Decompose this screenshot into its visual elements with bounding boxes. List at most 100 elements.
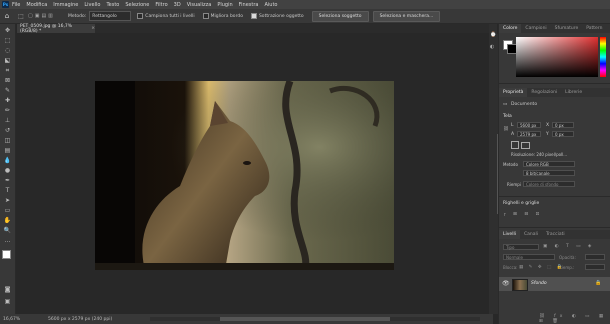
layer-action-icons[interactable]: ⛓ fx ◐ ▭ ▦ ⊞ 🗑 [539,314,610,324]
crop-tool-icon[interactable]: ⌗ [3,67,12,75]
select-subject-button[interactable]: Seleziona soggetto [311,10,369,22]
tab-campioni[interactable]: Campioni [521,24,550,33]
zoom-tool-icon[interactable]: 🔍 [3,227,12,235]
path-selection-tool-icon[interactable]: ➤ [3,197,12,205]
home-icon[interactable]: ⌂ [0,12,14,20]
fill-label: Riempi [507,182,521,187]
move-tool-icon[interactable]: ✥ [3,27,12,35]
brush-tool-icon[interactable]: ✏ [3,107,12,115]
sample-all-layers-option[interactable]: Campiona tutti i livelli [137,13,195,19]
color-panel-tabs: Colore Campioni Sfumature Pattern [499,24,610,33]
subtract-checkbox[interactable] [250,13,257,19]
frame-tool-icon[interactable]: ⊠ [3,77,12,85]
method-select[interactable]: Rettangolo [89,11,132,21]
sample-all-checkbox[interactable] [137,13,144,19]
fill-select[interactable]: Colore di sfondo [523,181,575,187]
opacity-field[interactable] [585,254,605,260]
object-selection-tool-icon[interactable]: ⬕ [3,57,12,65]
tab-sfumature[interactable]: Sfumature [551,24,583,33]
layer-filter-icons[interactable]: ▣ ◐ T ▭ ◈ [543,244,594,249]
healing-brush-tool-icon[interactable]: ✚ [3,97,12,105]
blur-tool-icon[interactable]: 💧 [3,157,12,165]
document-image[interactable] [95,81,394,270]
zoom-level[interactable]: 16,67% [3,317,38,322]
menu-immagine[interactable]: Immagine [53,2,78,8]
tab-pattern[interactable]: Pattern [582,24,606,33]
eyedropper-tool-icon[interactable]: ✎ [3,87,12,95]
screen-mode-icon[interactable]: ▣ [3,298,12,306]
menu-visualizza[interactable]: Visualizza [187,2,212,8]
bit-depth-select[interactable]: 8 bit/canale [523,170,575,176]
marquee-tool-icon[interactable]: ⬚ [3,37,12,45]
foreground-color-swatch[interactable] [2,250,11,259]
menu-aiuto[interactable]: Aiuto [264,2,277,8]
ruler-grid-icons[interactable]: ┌ ⊞ ⊟ ⊡ [503,212,542,217]
height-field[interactable]: 2579 px [517,131,541,137]
improve-edge-option[interactable]: Migliora bordo [202,13,243,19]
tab-tracciati[interactable]: Tracciati [542,230,569,239]
menu-livello[interactable]: Livello [84,2,100,8]
orientation-landscape-icon[interactable] [521,142,530,149]
menu-bar: Ps File Modifica Immagine Livello Testo … [0,0,610,9]
rectangle-tool-icon[interactable]: ▭ [3,207,12,215]
clone-stamp-tool-icon[interactable]: ⊥ [3,117,12,125]
lasso-tool-icon[interactable]: ◌ [3,47,12,55]
subtract-object-option[interactable]: Sottrazione oggetto [250,13,304,19]
color-picker-field[interactable] [516,37,598,77]
selection-mode-icons[interactable]: ▢▣▤▥ [28,13,68,19]
y-field[interactable]: 0 px [552,131,574,137]
link-icon[interactable]: ⛓ [503,127,509,132]
quick-mask-icon[interactable]: ◙ [3,286,12,294]
select-and-mask-button[interactable]: Seleziona e maschera... [372,10,441,22]
tab-canali[interactable]: Canali [520,230,542,239]
menu-plugin[interactable]: Plugin [217,2,232,8]
hand-tool-icon[interactable]: ✋ [3,217,12,225]
y-label: Y [546,132,549,137]
fill-opacity-field[interactable] [585,264,605,270]
menu-3d[interactable]: 3D [174,2,181,8]
tab-livelli[interactable]: Livelli [499,230,520,239]
document-tab[interactable]: PET_0509.jpg @ 16,7% (RGB/8) * × [17,24,95,34]
object-selection-tool-icon[interactable]: ⬚ [14,13,28,20]
tab-librerie[interactable]: Librerie [561,88,586,97]
dodge-tool-icon[interactable]: ● [3,167,12,175]
horizontal-scrollbar[interactable] [150,317,480,321]
tab-regolazioni[interactable]: Regolazioni [527,88,561,97]
visibility-eye-icon[interactable]: 👁 [502,280,510,287]
layer-search-field[interactable]: Tipo [503,244,539,250]
menu-finestra[interactable]: Finestra [239,2,259,8]
layer-name[interactable]: Sfondo [531,281,547,286]
lock-icons[interactable]: ▦ ✎ ✥ ⬚ 🔒 [519,265,564,270]
canvas-section-title: Tela [503,114,512,119]
close-tab-icon[interactable]: × [91,26,95,31]
menu-filtro[interactable]: Filtro [155,2,167,8]
menu-selezione[interactable]: Selezione [125,2,149,8]
menu-file[interactable]: File [12,2,20,8]
blend-mode-select[interactable]: Normale [503,254,555,260]
layer-row[interactable]: 👁 Sfondo 🔒 [499,277,610,291]
menu-modifica[interactable]: Modifica [26,2,47,8]
document-icon: ▭ [503,102,508,107]
type-tool-icon[interactable]: T [3,187,12,195]
adjustments-panel-icon[interactable]: ◐ [490,44,494,50]
rulers-grids-title[interactable]: Righelli e griglie [503,201,539,206]
x-field[interactable]: 0 px [552,122,574,128]
width-label: L [511,123,514,128]
gradient-tool-icon[interactable]: ▤ [3,147,12,155]
menu-testo[interactable]: Testo [106,2,119,8]
pen-tool-icon[interactable]: ✒ [3,177,12,185]
kitten-photo [95,81,394,270]
history-brush-tool-icon[interactable]: ↺ [3,127,12,135]
tab-colore[interactable]: Colore [499,24,522,33]
opacity-label: Opacità: [559,255,576,260]
options-bar: ⌂ ⬚ ▢▣▤▥ Metodo: Rettangolo Campiona tut… [0,9,610,24]
improve-edge-checkbox[interactable] [202,13,209,19]
hue-slider[interactable] [600,37,606,77]
orientation-portrait-icon[interactable] [511,141,519,149]
more-tools-icon[interactable]: … [3,237,12,245]
eraser-tool-icon[interactable]: ◫ [3,137,12,145]
history-panel-icon[interactable]: ⌚ [490,32,496,38]
width-field[interactable]: 5600 px [517,122,541,128]
color-mode-select[interactable]: Colore RGB [523,161,575,167]
tab-proprieta[interactable]: Proprietà [499,88,528,97]
